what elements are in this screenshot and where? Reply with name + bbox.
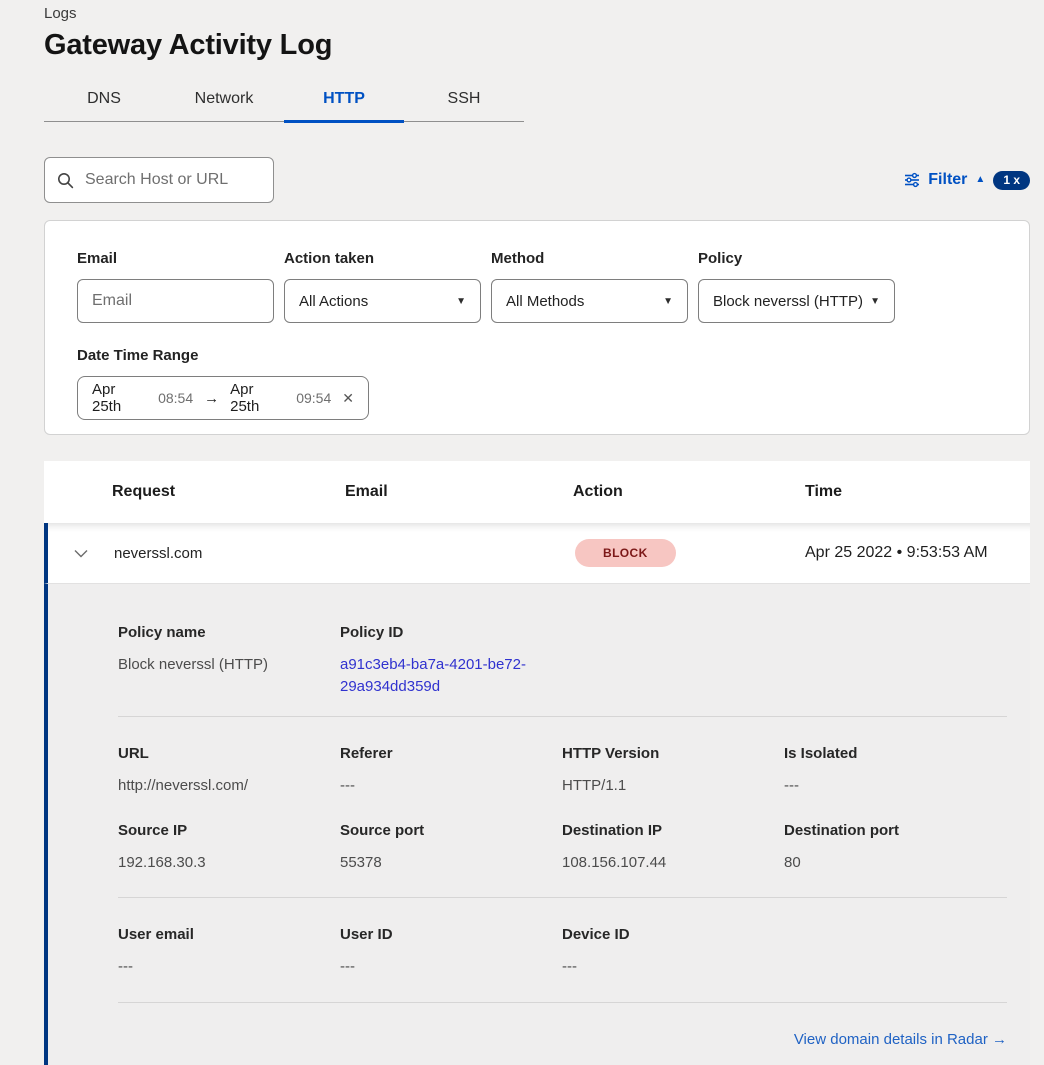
time-to: 09:54 bbox=[296, 390, 331, 406]
column-header-email: Email bbox=[345, 483, 573, 501]
action-select-value: All Actions bbox=[299, 293, 368, 310]
divider bbox=[118, 1002, 1007, 1003]
http-version-value: HTTP/1.1 bbox=[562, 775, 784, 797]
user-id-value: --- bbox=[340, 956, 562, 978]
divider bbox=[118, 716, 1007, 717]
caret-down-icon: ▼ bbox=[870, 296, 880, 307]
user-id-label: User ID bbox=[340, 926, 562, 943]
date-to: Apr 25th bbox=[230, 381, 285, 415]
filter-panel: Email Action taken All Actions ▼ Method … bbox=[44, 220, 1030, 435]
policy-id-label: Policy ID bbox=[340, 624, 1007, 641]
user-email-value: --- bbox=[118, 956, 340, 978]
email-filter-input[interactable] bbox=[77, 279, 274, 323]
search-icon bbox=[57, 172, 74, 189]
close-icon[interactable]: ✕ bbox=[342, 390, 354, 407]
user-email-label: User email bbox=[118, 926, 340, 943]
column-header-time: Time bbox=[805, 483, 1030, 501]
action-select[interactable]: All Actions ▼ bbox=[284, 279, 481, 323]
view-radar-link[interactable]: View domain details in Radar → bbox=[794, 1031, 1007, 1048]
caret-down-icon: ▼ bbox=[456, 296, 466, 307]
policy-name-label: Policy name bbox=[118, 624, 340, 641]
destination-ip-value: 108.156.107.44 bbox=[562, 852, 784, 874]
source-port-label: Source port bbox=[340, 822, 562, 839]
tab-http[interactable]: HTTP bbox=[284, 78, 404, 121]
policy-name-value: Block neverssl (HTTP) bbox=[118, 654, 340, 676]
source-ip-label: Source IP bbox=[118, 822, 340, 839]
policy-id-field: Policy ID a91c3eb4-ba7a-4201-be72-29a934… bbox=[340, 624, 1007, 698]
tab-network[interactable]: Network bbox=[164, 78, 284, 121]
url-label: URL bbox=[118, 745, 340, 762]
table-header-row: Request Email Action Time bbox=[44, 461, 1030, 523]
breadcrumb[interactable]: Logs bbox=[44, 0, 1030, 22]
method-select[interactable]: All Methods ▼ bbox=[491, 279, 688, 323]
page-title: Gateway Activity Log bbox=[44, 29, 1030, 62]
chevron-down-icon[interactable] bbox=[74, 549, 90, 558]
column-header-action: Action bbox=[573, 483, 805, 501]
referer-label: Referer bbox=[340, 745, 562, 762]
table-row[interactable]: neverssl.com BLOCK Apr 25 2022 • 9:53:53… bbox=[44, 523, 1030, 584]
policy-select[interactable]: Block neverssl (HTTP) ▼ bbox=[698, 279, 895, 323]
filter-label: Filter bbox=[928, 171, 967, 189]
caret-down-icon: ▼ bbox=[663, 296, 673, 307]
source-port-value: 55378 bbox=[340, 852, 562, 874]
source-ip-value: 192.168.30.3 bbox=[118, 852, 340, 874]
row-request: neverssl.com bbox=[114, 545, 345, 562]
tab-ssh[interactable]: SSH bbox=[404, 78, 524, 121]
filter-count-badge[interactable]: 1 x bbox=[993, 171, 1030, 190]
row-action: BLOCK bbox=[573, 539, 805, 567]
action-filter-label: Action taken bbox=[284, 250, 481, 267]
policy-name-field: Policy name Block neverssl (HTTP) bbox=[118, 624, 340, 698]
row-time: Apr 25 2022 • 9:53:53 AM bbox=[805, 544, 1030, 562]
row-detail-panel: Policy name Block neverssl (HTTP) Policy… bbox=[44, 584, 1030, 1065]
date-range-label: Date Time Range bbox=[77, 347, 997, 364]
referer-value: --- bbox=[340, 775, 562, 797]
is-isolated-value: --- bbox=[784, 775, 1007, 797]
activity-table: Request Email Action Time neverssl.com B… bbox=[44, 461, 1030, 1065]
arrow-right-icon: → bbox=[204, 390, 219, 407]
method-filter-label: Method bbox=[491, 250, 688, 267]
tab-bar: DNS Network HTTP SSH bbox=[44, 78, 524, 122]
device-id-value: --- bbox=[562, 956, 784, 978]
email-filter-label: Email bbox=[77, 250, 274, 267]
destination-port-value: 80 bbox=[784, 852, 1007, 874]
time-from: 08:54 bbox=[158, 390, 193, 406]
http-version-label: HTTP Version bbox=[562, 745, 784, 762]
caret-up-icon: ▲ bbox=[975, 175, 985, 185]
method-select-value: All Methods bbox=[506, 293, 584, 310]
filter-toggle[interactable]: Filter ▲ 1 x bbox=[904, 171, 1030, 190]
date-from: Apr 25th bbox=[92, 381, 147, 415]
device-id-label: Device ID bbox=[562, 926, 784, 943]
url-value: http://neverssl.com/ bbox=[118, 775, 340, 797]
destination-port-label: Destination port bbox=[784, 822, 1007, 839]
policy-id-link[interactable]: a91c3eb4-ba7a-4201-be72-29a934dd359d bbox=[340, 654, 536, 698]
destination-ip-label: Destination IP bbox=[562, 822, 784, 839]
is-isolated-label: Is Isolated bbox=[784, 745, 1007, 762]
block-status-badge: BLOCK bbox=[575, 539, 676, 567]
policy-select-value: Block neverssl (HTTP) bbox=[713, 293, 863, 310]
search-box[interactable] bbox=[44, 157, 274, 203]
search-input[interactable] bbox=[83, 170, 261, 190]
tab-dns[interactable]: DNS bbox=[44, 78, 164, 121]
policy-filter-label: Policy bbox=[698, 250, 895, 267]
date-range-picker[interactable]: Apr 25th 08:54 → Apr 25th 09:54 ✕ bbox=[77, 376, 369, 420]
column-header-request: Request bbox=[112, 483, 345, 501]
filter-sliders-icon bbox=[904, 172, 920, 188]
divider bbox=[118, 897, 1007, 898]
